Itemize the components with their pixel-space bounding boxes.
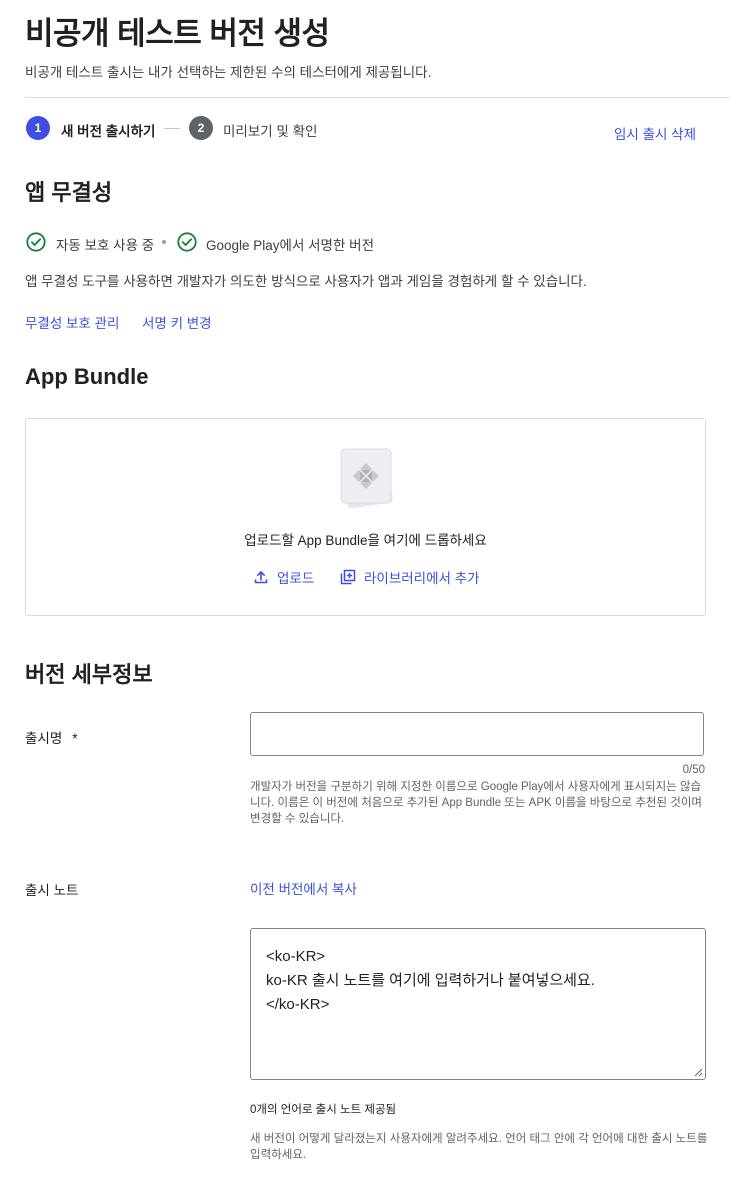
release-details-heading: 버전 세부정보 [25, 662, 153, 687]
check-circle-icon [177, 232, 197, 252]
change-signing-key-link[interactable]: 서명 키 변경 [142, 312, 212, 332]
required-marker: * [72, 731, 78, 746]
discard-release-button[interactable]: 임시 출시 삭제 [614, 123, 696, 143]
step-2-number[interactable]: 2 [189, 116, 213, 140]
header-divider [25, 97, 730, 98]
release-name-help: 개발자가 버전을 구분하기 위해 지정한 이름으로 Google Play에서 … [250, 781, 702, 825]
release-name-label: 출시명 * [25, 727, 78, 747]
release-notes-help: 새 버전이 어떻게 달라졌는지 사용자에게 알려주세요. 언어 태그 안에 각 … [250, 1133, 708, 1161]
upload-label: 업로드 [277, 571, 315, 586]
step-2-label[interactable]: 미리보기 및 확인 [223, 120, 317, 140]
upload-icon [254, 571, 268, 584]
auto-protection-status: 자동 보호 사용 중 [56, 238, 155, 253]
integrity-description: 앱 무결성 도구를 사용하면 개발자가 의도한 방식으로 사용자가 앱과 게임을… [25, 274, 587, 289]
library-label: 라이브러리에서 추가 [364, 571, 480, 586]
page-subtitle: 비공개 테스트 출시는 내가 선택하는 제한된 수의 테스터에게 제공됩니다. [25, 65, 432, 80]
app-bundle-heading: App Bundle [25, 364, 149, 389]
play-signing-status: Google Play에서 서명한 버전 [206, 238, 374, 253]
library-add-icon [340, 569, 356, 585]
release-name-label-text: 출시명 [25, 731, 63, 746]
character-counter: 0/50 [682, 764, 705, 776]
languages-provided-count: 0개의 언어로 출시 노트 제공됨 [250, 1104, 397, 1116]
check-circle-icon [26, 232, 46, 252]
resize-handle-icon[interactable] [694, 1068, 703, 1077]
drop-instruction: 업로드할 App Bundle을 여기에 드롭하세요 [244, 533, 487, 548]
add-from-library-button[interactable]: 라이브러리에서 추가 [340, 567, 480, 587]
release-notes-label: 출시 노트 [25, 883, 79, 898]
page-title: 비공개 테스트 버전 생성 [25, 16, 330, 51]
app-integrity-heading: 앱 무결성 [25, 180, 113, 205]
release-notes-textarea[interactable]: <ko-KR> ko-KR 출시 노트를 여기에 입력하거나 붙여넣으세요. <… [250, 928, 706, 1080]
separator-dot [162, 240, 166, 244]
upload-button[interactable]: 업로드 [253, 567, 314, 587]
step-connector [164, 128, 180, 129]
step-1-number[interactable]: 1 [26, 116, 50, 140]
copy-from-previous-link[interactable]: 이전 버전에서 복사 [250, 878, 357, 898]
step-1-label[interactable]: 새 버전 출시하기 [61, 120, 155, 140]
app-bundle-icon [340, 448, 393, 508]
manage-integrity-link[interactable]: 무결성 보호 관리 [25, 312, 119, 332]
release-name-input[interactable] [250, 712, 704, 756]
